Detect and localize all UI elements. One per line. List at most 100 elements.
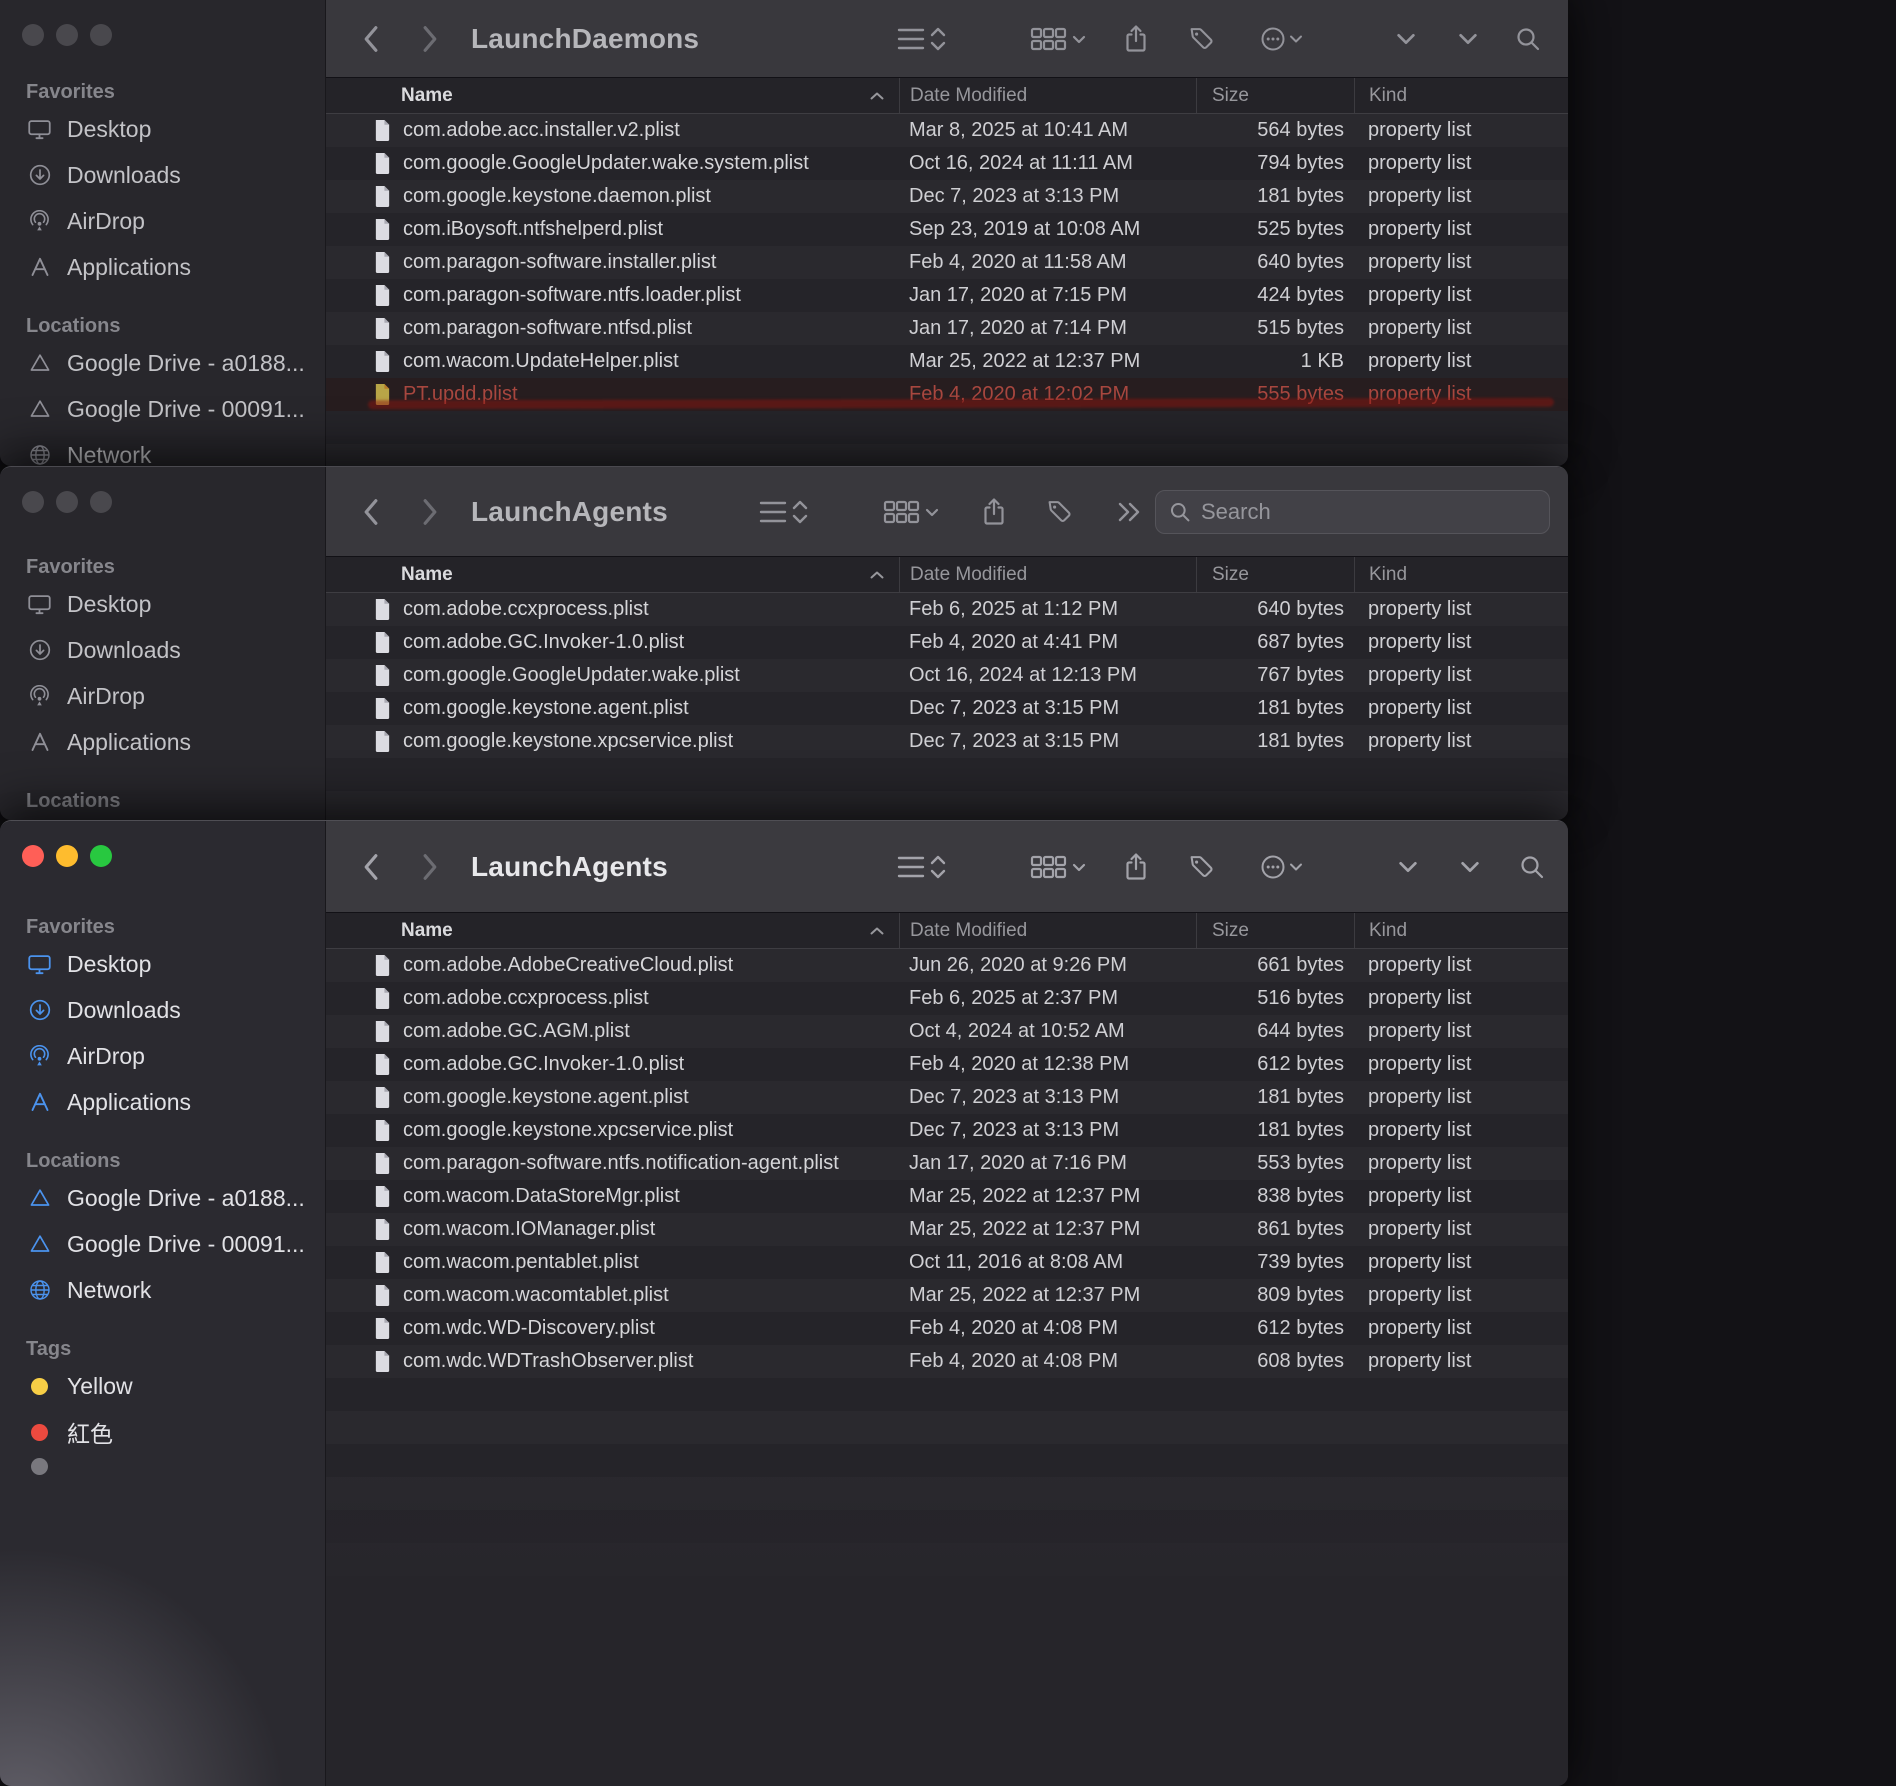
sidebar-item-applications[interactable]: Applications	[16, 719, 313, 765]
file-row[interactable]: com.wacom.wacomtablet.plistMar 25, 2022 …	[326, 1279, 1568, 1312]
file-row[interactable]: com.adobe.ccxprocess.plistFeb 6, 2025 at…	[326, 982, 1568, 1015]
column-header-kind[interactable]: Kind	[1354, 78, 1568, 113]
sidebar-item-downloads[interactable]: Downloads	[16, 987, 313, 1033]
file-row[interactable]: com.wacom.IOManager.plistMar 25, 2022 at…	[326, 1213, 1568, 1246]
search-field[interactable]	[1155, 490, 1550, 534]
close-button[interactable]	[22, 491, 44, 513]
sidebar-item-desktop[interactable]: Desktop	[16, 581, 313, 627]
chevron-down-icon[interactable]	[1458, 31, 1479, 46]
sidebar-section: Locations	[16, 787, 313, 815]
forward-icon[interactable]	[420, 497, 440, 527]
sidebar-item-google-drive-00091[interactable]: Google Drive - 00091...	[16, 386, 313, 432]
file-row[interactable]: com.paragon-software.ntfsd.plistJan 17, …	[326, 312, 1568, 345]
file-row[interactable]: com.paragon-software.installer.plistFeb …	[326, 246, 1568, 279]
column-header-date[interactable]: Date Modified	[899, 557, 1196, 592]
search-input[interactable]	[1201, 499, 1536, 525]
file-row[interactable]: com.google.keystone.agent.plistDec 7, 20…	[326, 1081, 1568, 1114]
file-row[interactable]: com.wacom.DataStoreMgr.plistMar 25, 2022…	[326, 1180, 1568, 1213]
file-row[interactable]: com.google.keystone.xpcservice.plistDec …	[326, 1114, 1568, 1147]
zoom-button[interactable]	[90, 24, 112, 46]
file-date: Dec 7, 2023 at 3:13 PM	[899, 1119, 1196, 1142]
column-header-kind[interactable]: Kind	[1354, 913, 1568, 948]
file-row[interactable]: com.adobe.GC.AGM.plistOct 4, 2024 at 10:…	[326, 1015, 1568, 1048]
file-row[interactable]: com.google.keystone.daemon.plistDec 7, 2…	[326, 180, 1568, 213]
sidebar-item-network[interactable]: Network	[16, 432, 313, 466]
file-row[interactable]: com.wdc.WD-Discovery.plistFeb 4, 2020 at…	[326, 1312, 1568, 1345]
share-icon[interactable]	[982, 497, 1006, 527]
file-row[interactable]: com.adobe.ccxprocess.plistFeb 6, 2025 at…	[326, 593, 1568, 626]
column-header-date[interactable]: Date Modified	[899, 913, 1196, 948]
zoom-button[interactable]	[90, 491, 112, 513]
group-view-icon[interactable]	[1029, 852, 1087, 882]
file-row[interactable]: com.paragon-software.ntfs.loader.plistJa…	[326, 279, 1568, 312]
tag-icon[interactable]	[1189, 853, 1216, 880]
sidebar-item-applications[interactable]: Applications	[16, 1079, 313, 1125]
sidebar-item-applications[interactable]: Applications	[16, 244, 313, 290]
file-row[interactable]: com.paragon-software.ntfs.notification-a…	[326, 1147, 1568, 1180]
share-icon[interactable]	[1124, 852, 1148, 882]
column-header-kind[interactable]: Kind	[1354, 557, 1568, 592]
file-row[interactable]: com.adobe.GC.Invoker-1.0.plistFeb 4, 202…	[326, 626, 1568, 659]
sidebar-item-tag-partial[interactable]	[16, 1455, 313, 1477]
sidebar-item-network[interactable]: Network	[16, 1267, 313, 1313]
list-view-icon[interactable]	[758, 497, 810, 527]
sidebar-item-airdrop[interactable]: AirDrop	[16, 198, 313, 244]
minimize-button[interactable]	[56, 491, 78, 513]
search-icon[interactable]	[1515, 26, 1541, 52]
list-view-icon[interactable]	[896, 852, 948, 882]
file-row[interactable]: com.google.keystone.xpcservice.plistDec …	[326, 725, 1568, 758]
chevron-down-icon[interactable]	[1396, 31, 1417, 46]
group-view-icon[interactable]	[1029, 24, 1087, 54]
back-icon[interactable]	[361, 852, 381, 882]
close-button[interactable]	[22, 845, 44, 867]
sidebar-item-desktop[interactable]: Desktop	[16, 106, 313, 152]
file-row[interactable]: com.wdc.WDTrashObserver.plistFeb 4, 2020…	[326, 1345, 1568, 1378]
minimize-button[interactable]	[56, 24, 78, 46]
back-icon[interactable]	[361, 24, 381, 54]
file-row[interactable]: com.wacom.pentablet.plistOct 11, 2016 at…	[326, 1246, 1568, 1279]
file-row[interactable]: com.google.GoogleUpdater.wake.system.pli…	[326, 147, 1568, 180]
column-header-size[interactable]: Size	[1196, 913, 1354, 948]
search-icon[interactable]	[1519, 854, 1545, 880]
close-button[interactable]	[22, 24, 44, 46]
column-header-date[interactable]: Date Modified	[899, 78, 1196, 113]
sidebar-item-tag-red[interactable]: 紅色	[16, 1409, 313, 1455]
sidebar-item-google-drive-a0188[interactable]: Google Drive - a0188...	[16, 340, 313, 386]
column-header-size[interactable]: Size	[1196, 78, 1354, 113]
file-row[interactable]: com.wacom.UpdateHelper.plistMar 25, 2022…	[326, 345, 1568, 378]
forward-icon[interactable]	[420, 24, 440, 54]
zoom-button[interactable]	[90, 845, 112, 867]
sidebar-item-downloads[interactable]: Downloads	[16, 627, 313, 673]
back-icon[interactable]	[361, 497, 381, 527]
sidebar-item-airdrop[interactable]: AirDrop	[16, 673, 313, 719]
more-options-icon[interactable]	[1260, 853, 1304, 881]
sidebar-item-desktop[interactable]: Desktop	[16, 941, 313, 987]
forward-icon[interactable]	[420, 852, 440, 882]
file-row[interactable]: com.adobe.acc.installer.v2.plistMar 8, 2…	[326, 114, 1568, 147]
chevron-down-icon[interactable]	[1460, 859, 1481, 874]
double-chevron-right-icon[interactable]	[1116, 500, 1142, 524]
column-header-name[interactable]: Name	[326, 913, 899, 948]
file-row[interactable]: com.adobe.GC.Invoker-1.0.plistFeb 4, 202…	[326, 1048, 1568, 1081]
group-view-icon[interactable]	[882, 497, 940, 527]
file-row[interactable]: com.iBoysoft.ntfshelperd.plistSep 23, 20…	[326, 213, 1568, 246]
column-header-name[interactable]: Name	[326, 557, 899, 592]
column-header-name[interactable]: Name	[326, 78, 899, 113]
file-row[interactable]: PT.updd.plistFeb 4, 2020 at 12:02 PM555 …	[326, 378, 1568, 411]
sidebar-item-google-drive-00091[interactable]: Google Drive - 00091...	[16, 1221, 313, 1267]
sidebar-item-tag-yellow[interactable]: Yellow	[16, 1363, 313, 1409]
file-row[interactable]: com.adobe.AdobeCreativeCloud.plistJun 26…	[326, 949, 1568, 982]
tag-icon[interactable]	[1189, 25, 1216, 52]
minimize-button[interactable]	[56, 845, 78, 867]
column-header-size[interactable]: Size	[1196, 557, 1354, 592]
share-icon[interactable]	[1124, 24, 1148, 54]
tag-icon[interactable]	[1047, 498, 1074, 525]
file-row[interactable]: com.google.GoogleUpdater.wake.plistOct 1…	[326, 659, 1568, 692]
sidebar-item-airdrop[interactable]: AirDrop	[16, 1033, 313, 1079]
sidebar-item-google-drive-a0188[interactable]: Google Drive - a0188...	[16, 1175, 313, 1221]
chevron-down-icon[interactable]	[1398, 859, 1419, 874]
file-row[interactable]: com.google.keystone.agent.plistDec 7, 20…	[326, 692, 1568, 725]
sidebar-item-downloads[interactable]: Downloads	[16, 152, 313, 198]
list-view-icon[interactable]	[896, 24, 948, 54]
more-options-icon[interactable]	[1260, 25, 1304, 53]
